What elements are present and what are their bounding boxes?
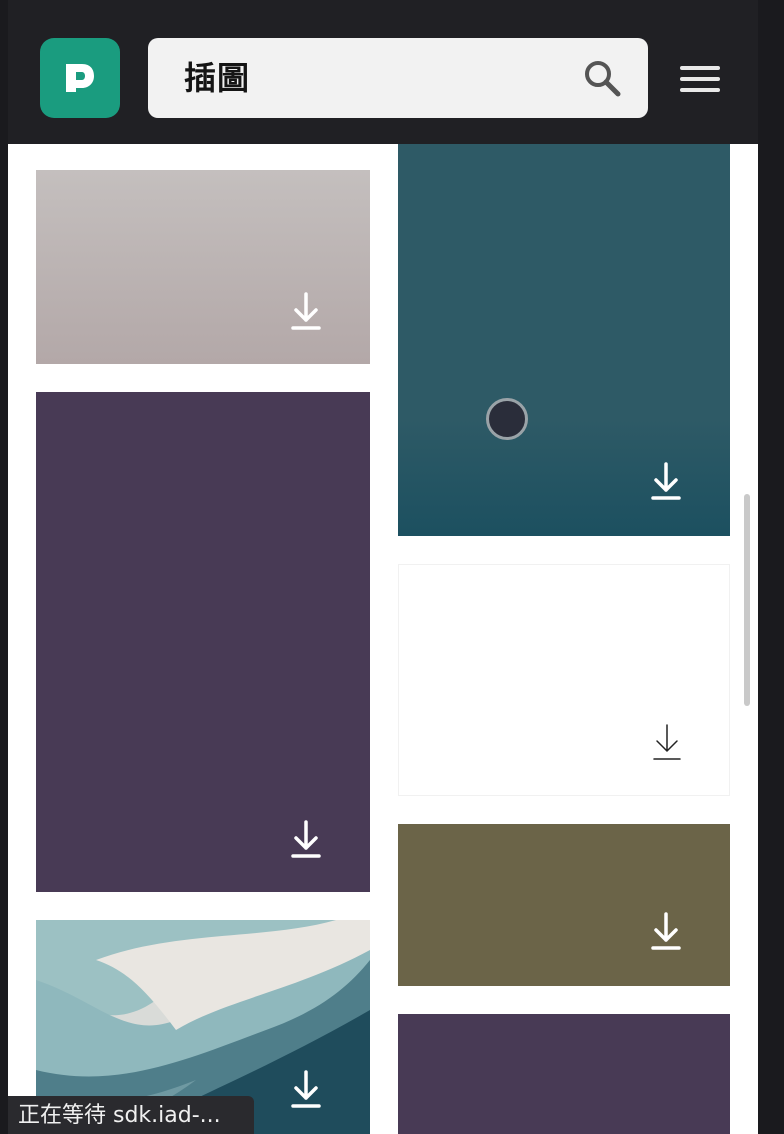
image-tile[interactable] xyxy=(36,170,370,364)
download-icon[interactable] xyxy=(649,462,683,502)
scrollbar-thumb[interactable] xyxy=(744,494,750,706)
download-icon[interactable] xyxy=(289,1070,323,1110)
image-tile[interactable] xyxy=(398,564,730,796)
download-icon[interactable] xyxy=(650,723,684,763)
download-icon[interactable] xyxy=(289,292,323,332)
search-query[interactable]: 插圖 xyxy=(184,38,250,118)
image-tile[interactable] xyxy=(36,392,370,892)
browser-status-bar: 正在等待 sdk.iad-... xyxy=(8,1096,254,1134)
top-navigation-bar: 插圖 xyxy=(8,0,758,144)
download-icon[interactable] xyxy=(649,912,683,952)
search-input[interactable]: 插圖 xyxy=(148,38,648,118)
image-tile[interactable] xyxy=(398,144,730,536)
download-icon[interactable] xyxy=(289,820,323,860)
image-tile[interactable] xyxy=(398,1014,730,1134)
pixabay-logo-icon[interactable] xyxy=(40,38,120,118)
search-icon[interactable] xyxy=(580,56,624,100)
cursor-indicator xyxy=(486,398,528,440)
image-tile[interactable] xyxy=(398,824,730,986)
hamburger-menu-icon[interactable] xyxy=(680,62,722,96)
